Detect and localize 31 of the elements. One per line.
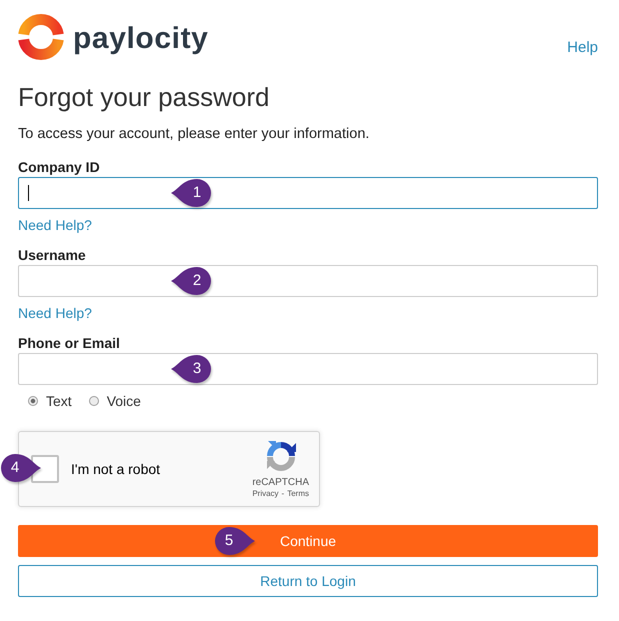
radio-label: Text <box>46 392 72 411</box>
page-title: Forgot your password <box>18 81 270 113</box>
callout-badge: 5 <box>214 526 256 556</box>
logo-text: paylocity <box>73 22 208 56</box>
input-field[interactable] <box>18 177 598 209</box>
need-help-link[interactable]: Need Help? <box>18 215 92 235</box>
text-cursor <box>28 185 29 201</box>
field-label: Company ID <box>18 158 100 177</box>
radio-button[interactable] <box>88 396 99 406</box>
field-label: Phone or Email <box>18 334 120 353</box>
radio-label: Voice <box>106 392 141 411</box>
callout-badge: 1 <box>170 178 212 208</box>
callout-badge: 4 <box>0 453 42 483</box>
captcha-label: I'm not a robot <box>71 461 160 477</box>
circular-arrow-icon <box>264 440 297 472</box>
return-button[interactable]: Return to Login <box>18 565 598 597</box>
captcha-link[interactable]: Terms <box>287 488 309 498</box>
link-separator: - <box>282 488 284 498</box>
help-link[interactable]: Help <box>567 39 598 57</box>
captcha-brand-text: reCAPTCHA <box>252 476 309 488</box>
intro-text: To access your account, please enter your information. <box>18 125 370 144</box>
input-field[interactable] <box>18 265 598 297</box>
callout-badge: 2 <box>170 266 212 296</box>
input-field[interactable] <box>18 353 598 385</box>
captcha-link[interactable]: Privacy <box>252 488 279 498</box>
field-label: Username <box>18 246 86 265</box>
need-help-link[interactable]: Need Help? <box>18 303 92 323</box>
checkbox[interactable] <box>31 455 59 483</box>
callout-badge: 3 <box>170 354 212 384</box>
ring-logo-icon <box>18 14 64 60</box>
radio-button[interactable] <box>28 396 38 406</box>
